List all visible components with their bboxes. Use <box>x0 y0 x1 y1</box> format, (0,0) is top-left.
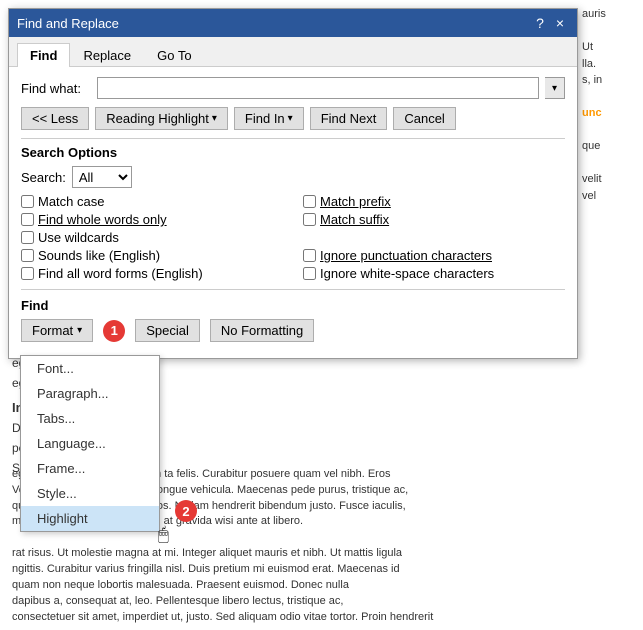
match-prefix-checkbox[interactable] <box>303 195 316 208</box>
sounds-like-label[interactable]: Sounds like (English) <box>38 248 160 263</box>
menu-item-highlight[interactable]: Highlight <box>21 506 159 531</box>
format-button[interactable]: Format <box>21 319 93 342</box>
wildcards-label[interactable]: Use wildcards <box>38 230 119 245</box>
menu-item-language[interactable]: Language... <box>21 431 159 456</box>
ignore-punct-label[interactable]: Ignore punctuation characters <box>320 248 492 263</box>
menu-item-frame[interactable]: Frame... <box>21 456 159 481</box>
ignore-space-label[interactable]: Ignore white-space characters <box>320 266 494 281</box>
checkbox-ignore-punct: Ignore punctuation characters <box>303 248 565 263</box>
search-label: Search: <box>21 170 66 185</box>
search-select-row: Search: All Up Down <box>21 166 565 188</box>
close-button[interactable]: × <box>551 14 569 32</box>
format-dropdown-menu: Font... Paragraph... Tabs... Language...… <box>20 355 160 532</box>
menu-item-font[interactable]: Font... <box>21 356 159 381</box>
reading-highlight-button[interactable]: Reading Highlight <box>95 107 228 130</box>
checkbox-match-prefix: Match prefix <box>303 194 565 209</box>
sounds-like-checkbox[interactable] <box>21 249 34 262</box>
action-buttons-row: << Less Reading Highlight Find In Find N… <box>21 107 565 130</box>
checkbox-sounds-like: Sounds like (English) <box>21 248 283 263</box>
cancel-button[interactable]: Cancel <box>393 107 455 130</box>
find-section-label: Find <box>21 298 565 313</box>
menu-item-tabs[interactable]: Tabs... <box>21 406 159 431</box>
word-forms-checkbox[interactable] <box>21 267 34 280</box>
tab-replace[interactable]: Replace <box>70 43 144 67</box>
no-formatting-button[interactable]: No Formatting <box>210 319 314 342</box>
badge-1: 1 <box>103 320 125 342</box>
search-select[interactable]: All Up Down <box>72 166 132 188</box>
whole-words-checkbox[interactable] <box>21 213 34 226</box>
checkboxes-grid: Match case Match prefix Find whole words… <box>21 194 565 281</box>
whole-words-label[interactable]: Find whole words only <box>38 212 167 227</box>
doc-bottom-line <box>12 530 631 546</box>
help-button[interactable]: ? <box>531 14 549 32</box>
ignore-space-checkbox[interactable] <box>303 267 316 280</box>
find-in-button[interactable]: Find In <box>234 107 304 130</box>
find-what-row: Find what: ▾ <box>21 77 565 99</box>
match-suffix-label[interactable]: Match suffix <box>320 212 389 227</box>
doc-bottom-line: quam non neque lobortis malesuada. Praes… <box>12 578 631 594</box>
tab-bar: Find Replace Go To <box>9 37 577 67</box>
search-options-label: Search Options <box>21 138 565 160</box>
tab-goto[interactable]: Go To <box>144 43 204 67</box>
menu-item-style[interactable]: Style... <box>21 481 159 506</box>
match-case-label[interactable]: Match case <box>38 194 104 209</box>
find-next-button[interactable]: Find Next <box>310 107 388 130</box>
less-button[interactable]: << Less <box>21 107 89 130</box>
doc-bottom-line: ngittis. Curabitur varius fringilla nisl… <box>12 562 631 578</box>
checkbox-ignore-space: Ignore white-space characters <box>303 266 565 281</box>
match-prefix-label[interactable]: Match prefix <box>320 194 391 209</box>
find-what-input[interactable] <box>97 77 539 99</box>
find-what-dropdown-btn[interactable]: ▾ <box>545 77 565 99</box>
doc-bottom-line: dapibus a, consequat at, leo. Pellentesq… <box>12 594 631 610</box>
badge-2: 2 <box>175 500 197 522</box>
find-what-label: Find what: <box>21 81 91 96</box>
checkbox-whole-words: Find whole words only <box>21 212 283 227</box>
dialog-title-bar: Find and Replace ? × <box>9 9 577 37</box>
special-button[interactable]: Special <box>135 319 200 342</box>
match-case-checkbox[interactable] <box>21 195 34 208</box>
checkbox-word-forms: Find all word forms (English) <box>21 266 283 281</box>
word-forms-label[interactable]: Find all word forms (English) <box>38 266 203 281</box>
find-replace-dialog: Find and Replace ? × Find Replace Go To … <box>8 8 578 359</box>
empty-cell <box>303 230 565 245</box>
title-bar-controls: ? × <box>531 14 569 32</box>
checkbox-wildcards: Use wildcards <box>21 230 283 245</box>
wildcards-checkbox[interactable] <box>21 231 34 244</box>
checkbox-match-suffix: Match suffix <box>303 212 565 227</box>
find-format-section: Find Format 1 Special No Formatting <box>21 289 565 342</box>
doc-bottom-line: rat risus. Ut molestie magna at mi. Inte… <box>12 546 631 562</box>
dialog-body: Find what: ▾ << Less Reading Highlight F… <box>9 67 577 358</box>
match-suffix-checkbox[interactable] <box>303 213 316 226</box>
doc-right-column: auris Ut lla. s, in unc que velit vel <box>578 0 643 210</box>
doc-bottom-line: consectetuer sit amet, imperdiet ut, jus… <box>12 610 631 626</box>
format-row: Format 1 Special No Formatting <box>21 319 565 342</box>
menu-item-paragraph[interactable]: Paragraph... <box>21 381 159 406</box>
checkbox-match-case: Match case <box>21 194 283 209</box>
ignore-punct-checkbox[interactable] <box>303 249 316 262</box>
dialog-title: Find and Replace <box>17 16 119 31</box>
tab-find[interactable]: Find <box>17 43 70 67</box>
